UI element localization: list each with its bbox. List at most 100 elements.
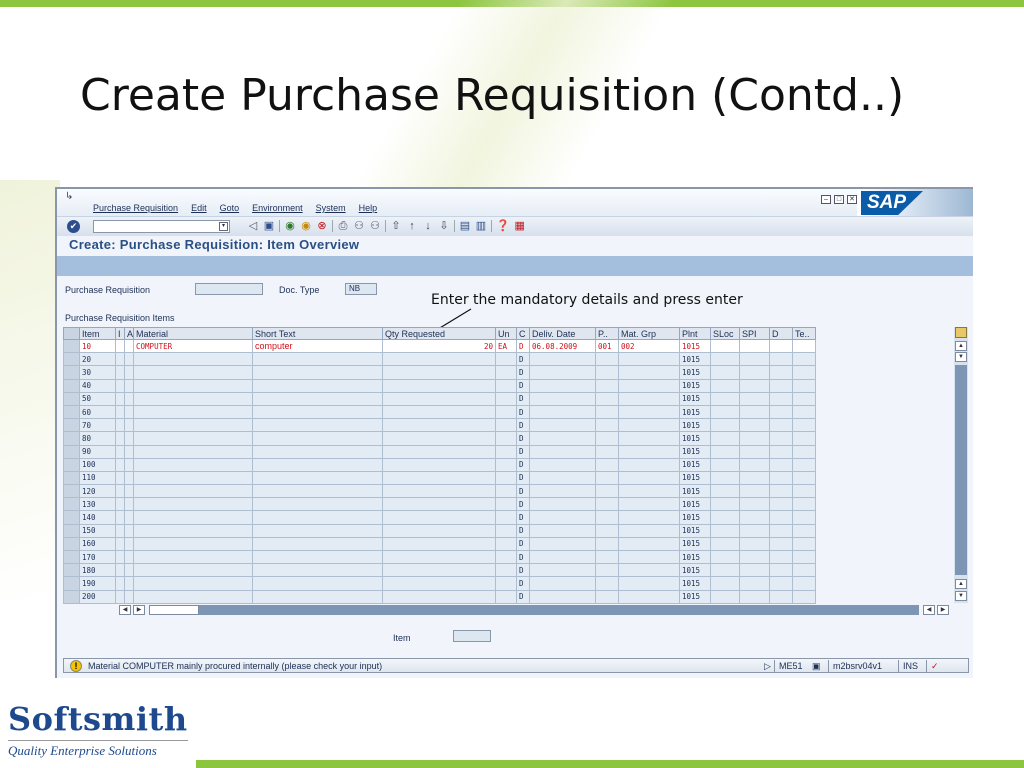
cell-i[interactable] (115, 365, 125, 380)
cell-short-text[interactable] (252, 457, 384, 472)
row-selector[interactable] (63, 470, 80, 486)
cell-qty[interactable] (382, 484, 497, 499)
cell-a[interactable] (123, 365, 135, 380)
cell-d[interactable] (769, 523, 794, 538)
cell-material[interactable] (133, 444, 254, 459)
cell-un[interactable] (495, 444, 518, 459)
cell-te[interactable] (792, 484, 817, 499)
cell-item[interactable]: 90 (79, 444, 116, 459)
cell-short-text[interactable] (252, 549, 384, 565)
cell-material[interactable] (133, 589, 254, 604)
cell-date[interactable] (529, 589, 597, 604)
cell-a[interactable] (123, 431, 135, 446)
cell-date[interactable]: 06.08.2009 (529, 338, 597, 354)
row-selector[interactable] (63, 378, 80, 393)
cell-un[interactable] (495, 576, 518, 591)
cell-c[interactable]: D (516, 338, 531, 354)
cell-sloc[interactable] (710, 536, 741, 552)
row-selector[interactable] (63, 352, 80, 367)
cell-un[interactable] (495, 497, 518, 512)
back-icon[interactable]: ◉ (284, 219, 296, 233)
cell-i[interactable] (115, 338, 125, 354)
menu-purchase-requisition[interactable]: Purchase Requisition (93, 203, 178, 213)
cell-sloc[interactable] (710, 549, 741, 565)
command-field[interactable]: ▾ (93, 220, 230, 233)
cell-te[interactable] (792, 470, 817, 486)
cell-d[interactable] (769, 484, 794, 499)
row-selector[interactable] (63, 510, 80, 525)
cell-sloc[interactable] (710, 457, 741, 472)
cell-i[interactable] (115, 457, 125, 472)
cell-date[interactable] (529, 563, 597, 578)
cell-un[interactable] (495, 404, 518, 420)
cell-qty[interactable] (382, 497, 497, 512)
cell-matgrp[interactable] (618, 365, 681, 380)
cell-plnt[interactable]: 1015 (679, 536, 712, 552)
cell-item[interactable]: 110 (79, 470, 116, 486)
cell-c[interactable]: D (516, 510, 531, 525)
cell-matgrp[interactable] (618, 549, 681, 565)
item-field[interactable] (453, 630, 491, 642)
cell-p[interactable] (595, 536, 620, 552)
column-header[interactable]: SPI (739, 327, 771, 340)
cell-material[interactable] (133, 378, 254, 393)
cell-a[interactable] (123, 497, 135, 512)
cell-te[interactable] (792, 589, 817, 604)
cell-te[interactable] (792, 352, 817, 367)
cell-un[interactable] (495, 352, 518, 367)
cell-d[interactable] (769, 510, 794, 525)
cell-qty[interactable] (382, 352, 497, 367)
cell-p[interactable]: 001 (595, 338, 620, 354)
cell-a[interactable] (123, 352, 135, 367)
cell-material[interactable] (133, 523, 254, 538)
menu-environment[interactable]: Environment (252, 203, 303, 213)
cell-i[interactable] (115, 431, 125, 446)
cell-p[interactable] (595, 352, 620, 367)
cell-qty[interactable] (382, 536, 497, 552)
cell-material[interactable] (133, 536, 254, 552)
cell-plnt[interactable]: 1015 (679, 404, 712, 420)
cell-short-text[interactable] (252, 391, 384, 406)
column-header[interactable]: SLoc (710, 327, 741, 340)
cell-qty[interactable]: 20 (382, 338, 497, 354)
row-selector[interactable] (63, 563, 80, 578)
scroll-track[interactable] (199, 605, 919, 615)
cell-short-text[interactable] (252, 444, 384, 459)
cell-short-text[interactable] (252, 404, 384, 420)
cell-matgrp[interactable] (618, 391, 681, 406)
cell-material[interactable] (133, 418, 254, 433)
scroll-thumb[interactable] (149, 605, 199, 615)
cell-matgrp[interactable] (618, 470, 681, 486)
cell-short-text[interactable] (252, 510, 384, 525)
cell-c[interactable]: D (516, 523, 531, 538)
cell-date[interactable] (529, 457, 597, 472)
cell-item[interactable]: 200 (79, 589, 116, 604)
row-selector[interactable] (63, 365, 80, 380)
cell-qty[interactable] (382, 457, 497, 472)
shortcut-icon[interactable]: ▥ (475, 219, 487, 233)
row-selector[interactable] (63, 404, 80, 420)
cell-un[interactable] (495, 431, 518, 446)
cell-un[interactable] (495, 484, 518, 499)
cell-un[interactable] (495, 418, 518, 433)
cell-spl[interactable] (739, 444, 771, 459)
cell-material[interactable] (133, 484, 254, 499)
scroll-up-icon[interactable]: ▲ (955, 579, 967, 589)
cell-item[interactable]: 60 (79, 404, 116, 420)
cell-sloc[interactable] (710, 378, 741, 393)
cell-spl[interactable] (739, 563, 771, 578)
purchase-requisition-field[interactable] (195, 283, 263, 295)
cell-matgrp[interactable] (618, 589, 681, 604)
cell-qty[interactable] (382, 470, 497, 486)
cell-qty[interactable] (382, 549, 497, 565)
cell-p[interactable] (595, 576, 620, 591)
status-message[interactable]: Material COMPUTER mainly procured intern… (88, 661, 382, 671)
cell-c[interactable]: D (516, 365, 531, 380)
cell-short-text[interactable] (252, 497, 384, 512)
cell-i[interactable] (115, 536, 125, 552)
cell-spl[interactable] (739, 365, 771, 380)
cell-plnt[interactable]: 1015 (679, 378, 712, 393)
cell-a[interactable] (123, 549, 135, 565)
cell-item[interactable]: 120 (79, 484, 116, 499)
cell-date[interactable] (529, 510, 597, 525)
